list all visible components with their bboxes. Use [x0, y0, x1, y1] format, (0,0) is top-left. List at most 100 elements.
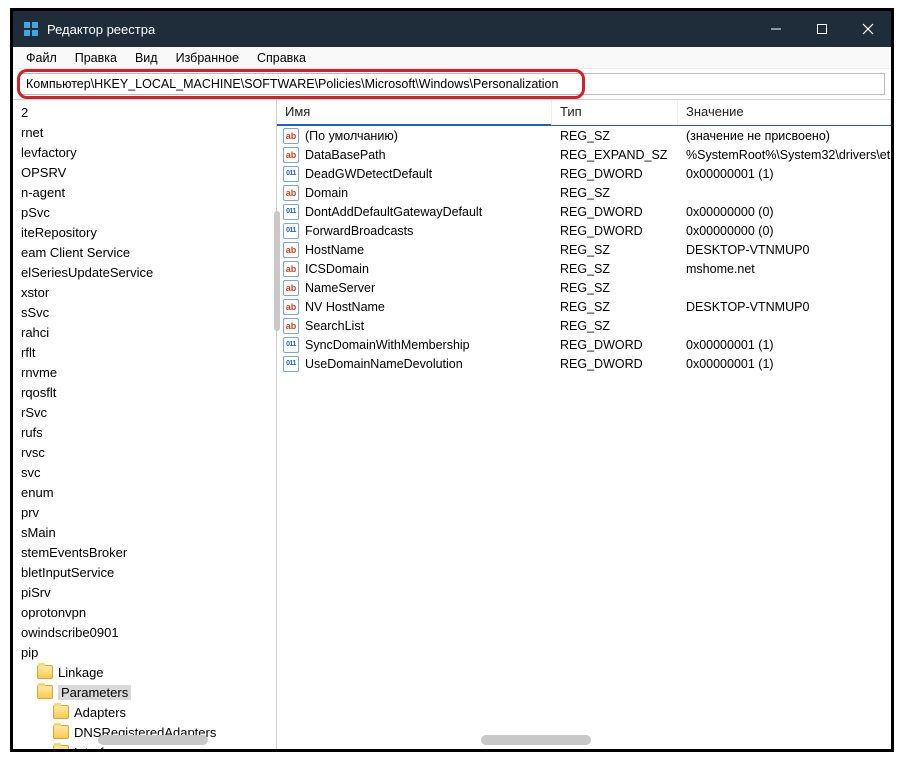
close-button[interactable] — [845, 11, 891, 47]
splitter-handle[interactable] — [274, 211, 280, 331]
tree-item[interactable]: sSvc — [13, 302, 276, 322]
dword-icon — [283, 356, 299, 372]
tree-item-label: xstor — [21, 285, 49, 300]
value-type: REG_DWORD — [552, 224, 678, 238]
tree-item[interactable]: rqosflt — [13, 382, 276, 402]
value-row[interactable]: NameServerREG_SZ — [277, 278, 891, 297]
value-row[interactable]: NV HostNameREG_SZDESKTOP-VTNMUP0 — [277, 297, 891, 316]
maximize-button[interactable] — [799, 11, 845, 47]
menu-help[interactable]: Справка — [250, 49, 313, 67]
tree-item[interactable]: Parameters — [13, 682, 276, 702]
tree-item[interactable]: eam Client Service — [13, 242, 276, 262]
title-bar[interactable]: Редактор реестра — [13, 11, 891, 47]
value-name: NV HostName — [305, 300, 385, 314]
value-type: REG_DWORD — [552, 338, 678, 352]
value-row[interactable]: (По умолчанию)REG_SZ(значение не присвое… — [277, 126, 891, 145]
tree-item[interactable]: n-agent — [13, 182, 276, 202]
value-row[interactable]: SearchList REG_SZ — [277, 316, 891, 335]
tree-item[interactable]: piSrv — [13, 582, 276, 602]
string-icon — [283, 261, 299, 277]
tree-item[interactable]: Linkage — [13, 662, 276, 682]
value-name: DontAddDefaultGatewayDefault — [305, 205, 482, 219]
list-scrollbar[interactable] — [481, 735, 591, 745]
menu-view[interactable]: Вид — [128, 49, 165, 67]
tree-item[interactable]: pip — [13, 642, 276, 662]
tree-item[interactable]: enum — [13, 482, 276, 502]
tree-item[interactable]: levfactory — [13, 142, 276, 162]
value-name: SearchList — [305, 319, 364, 333]
menu-edit[interactable]: Правка — [68, 49, 124, 67]
tree-item-label: sMain — [21, 525, 56, 540]
tree-item[interactable]: Adapters — [13, 702, 276, 722]
address-bar[interactable] — [19, 73, 885, 95]
tree-item[interactable]: owindscribe0901 — [13, 622, 276, 642]
minimize-button[interactable] — [753, 11, 799, 47]
value-row[interactable]: HostNameREG_SZDESKTOP-VTNMUP0 — [277, 240, 891, 259]
tree-item[interactable]: sMain — [13, 522, 276, 542]
column-headers[interactable]: Имя Тип Значение — [277, 100, 891, 126]
value-type: REG_SZ — [552, 319, 678, 333]
value-type: REG_SZ — [552, 129, 678, 143]
value-type: REG_DWORD — [552, 205, 678, 219]
tree-item[interactable]: oprotonvpn — [13, 602, 276, 622]
tree-item[interactable]: xstor — [13, 282, 276, 302]
value-row[interactable]: DeadGWDetectDefaultREG_DWORD0x00000001 (… — [277, 164, 891, 183]
value-data: mshome.net — [678, 262, 891, 276]
tree-item[interactable]: svc — [13, 462, 276, 482]
value-row[interactable]: DomainREG_SZ — [277, 183, 891, 202]
value-row[interactable]: DontAddDefaultGatewayDefaultREG_DWORD0x0… — [277, 202, 891, 221]
window-title: Редактор реестра — [47, 22, 155, 37]
folder-icon — [37, 685, 53, 699]
menu-favorites[interactable]: Избранное — [169, 49, 246, 67]
value-row[interactable]: ICSDomainREG_SZmshome.net — [277, 259, 891, 278]
tree-item[interactable]: rahci — [13, 322, 276, 342]
string-icon — [283, 147, 299, 163]
tree-item[interactable]: rvsc — [13, 442, 276, 462]
value-type: REG_SZ — [552, 243, 678, 257]
tree-item[interactable]: bletInputService — [13, 562, 276, 582]
value-row[interactable]: SyncDomainWithMembershipREG_DWORD0x00000… — [277, 335, 891, 354]
tree-item-label: pip — [21, 645, 38, 660]
tree-item-label: rnvme — [21, 365, 57, 380]
value-row[interactable]: ForwardBroadcastsREG_DWORD0x00000000 (0) — [277, 221, 891, 240]
tree-item[interactable]: rflt — [13, 342, 276, 362]
value-row[interactable]: UseDomainNameDevolutionREG_DWORD0x000000… — [277, 354, 891, 373]
tree-item[interactable]: OPSRV — [13, 162, 276, 182]
menu-file[interactable]: Файл — [19, 49, 64, 67]
tree-item-label: bletInputService — [21, 565, 114, 580]
tree-item-label: elSeriesUpdateService — [21, 265, 153, 280]
folder-icon — [53, 705, 69, 719]
value-data: 0x00000001 (1) — [678, 167, 891, 181]
value-type: REG_SZ — [552, 186, 678, 200]
tree-item[interactable]: stemEventsBroker — [13, 542, 276, 562]
dword-icon — [283, 166, 299, 182]
dword-icon — [283, 223, 299, 239]
tree-item-label: rqosflt — [21, 385, 56, 400]
value-data: 0x00000000 (0) — [678, 224, 891, 238]
tree-item-label: OPSRV — [21, 165, 66, 180]
tree-item-label: prv — [21, 505, 39, 520]
value-row[interactable]: DataBasePathREG_EXPAND_SZ%SystemRoot%\Sy… — [277, 145, 891, 164]
tree-scrollbar[interactable] — [98, 735, 208, 745]
tree-item[interactable]: prv — [13, 502, 276, 522]
tree-item[interactable]: iteRepository — [13, 222, 276, 242]
tree-item[interactable]: rufs — [13, 422, 276, 442]
value-data: (значение не присвоено) — [678, 129, 891, 143]
string-icon — [283, 299, 299, 315]
tree-item-label: levfactory — [21, 145, 77, 160]
tree-item[interactable]: pSvc — [13, 202, 276, 222]
value-type: REG_SZ — [552, 300, 678, 314]
tree-item-label: Interfaces — [74, 745, 131, 750]
col-name[interactable]: Имя — [277, 100, 552, 126]
tree-item[interactable]: rnet — [13, 122, 276, 142]
tree-item[interactable]: elSeriesUpdateService — [13, 262, 276, 282]
tree-item[interactable]: 2 — [13, 102, 276, 122]
col-value[interactable]: Значение — [678, 100, 891, 125]
value-name: NameServer — [305, 281, 375, 295]
col-type[interactable]: Тип — [552, 100, 678, 125]
tree-panel[interactable]: 2rnet levfactory OPSRV n-agent pSvc iteReposi… — [13, 100, 277, 749]
tree-item[interactable]: rSvc — [13, 402, 276, 422]
menu-bar: Файл Правка Вид Избранное Справка — [13, 47, 891, 69]
tree-item-label: pSvc — [21, 205, 50, 220]
tree-item[interactable]: rnvme — [13, 362, 276, 382]
